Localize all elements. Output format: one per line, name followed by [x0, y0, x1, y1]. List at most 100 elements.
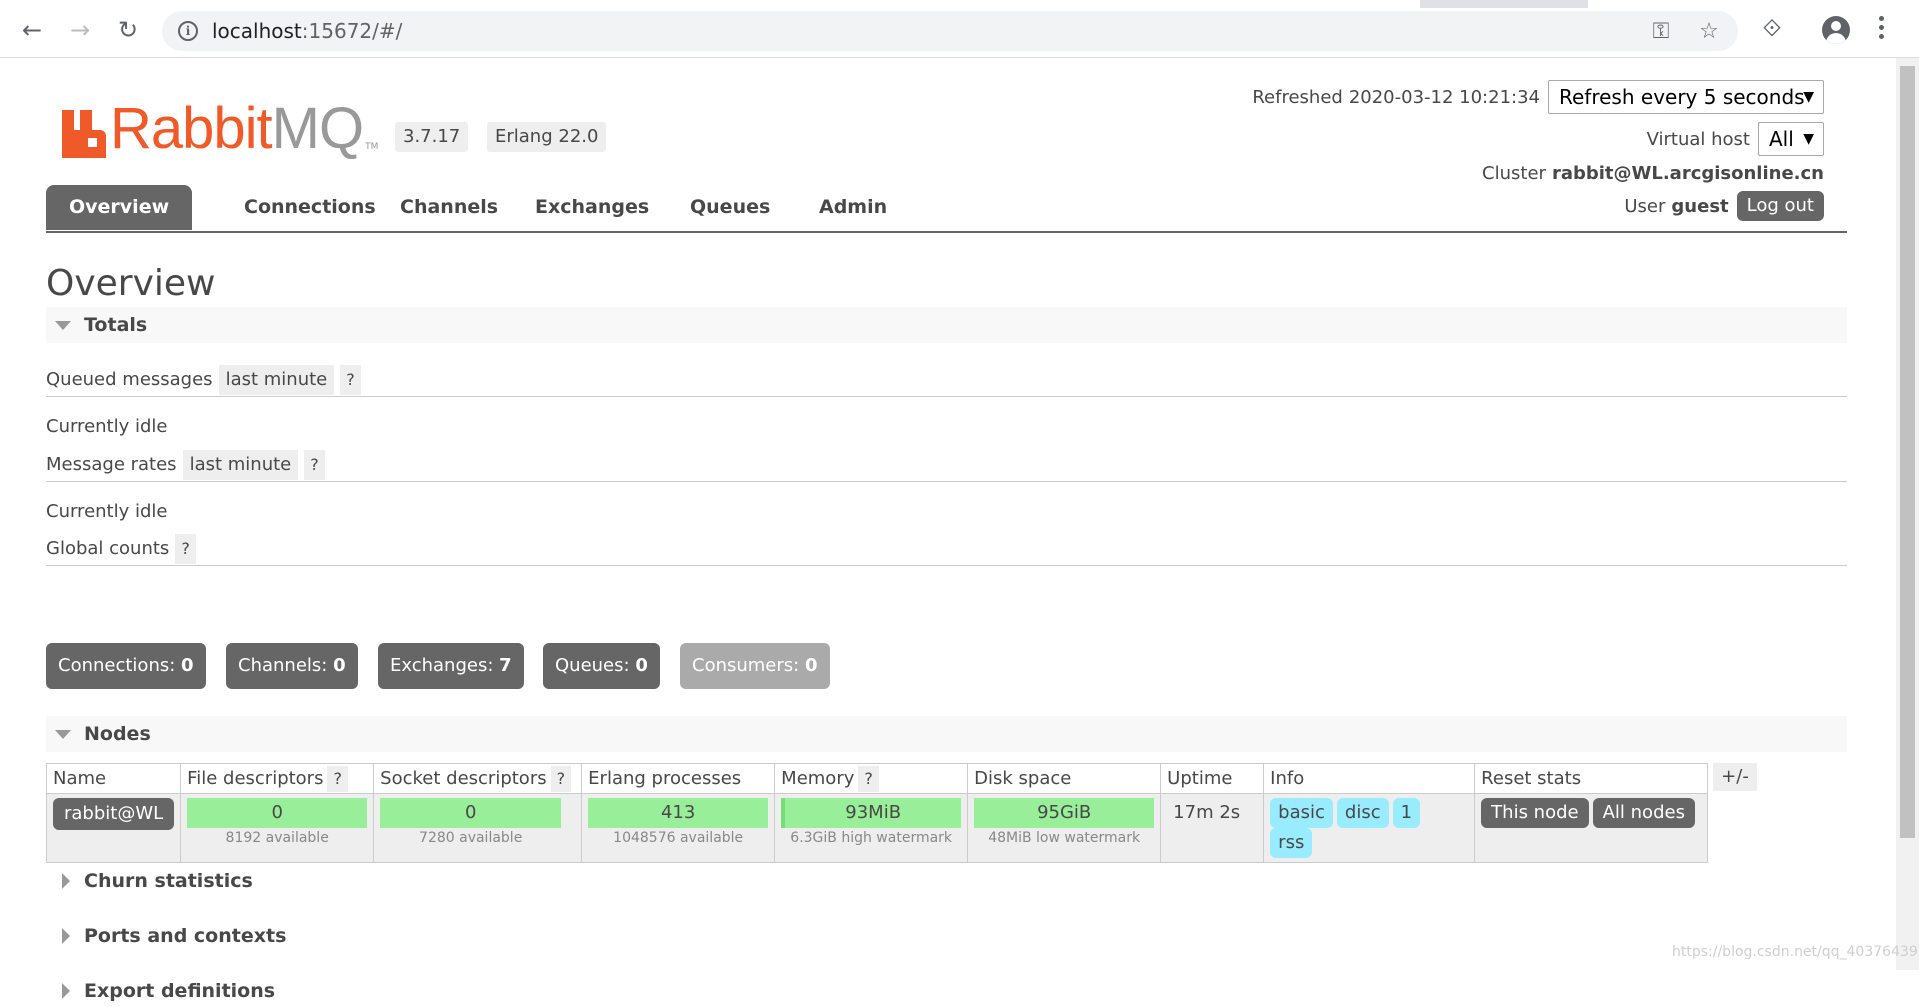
node-name-link[interactable]: rabbit@WL: [53, 798, 175, 830]
rabbitmq-management-page: RabbitMQ TM 3.7.17 Erlang 22.0 Refreshed…: [0, 58, 1896, 1002]
nodes-section-title: Nodes: [84, 723, 151, 745]
totals-section-title: Totals: [84, 314, 148, 336]
file-descriptors-cell: 0 8192 available: [180, 793, 375, 863]
browser-tab[interactable]: [1588, 0, 1919, 8]
queued-messages-label: Queued messages: [46, 369, 213, 390]
divider: [46, 481, 1847, 482]
star-bookmark-icon[interactable]: ☆: [1696, 19, 1722, 44]
tab-channels[interactable]: Channels: [377, 185, 521, 230]
refresh-interval-select[interactable]: Refresh every 5 seconds ▼: [1548, 80, 1824, 114]
user-name: guest: [1671, 195, 1729, 217]
column-header-disk-space: Disk space: [967, 763, 1162, 794]
message-rates-label: Message rates: [46, 454, 177, 475]
virtual-host-select[interactable]: All ▼: [1758, 122, 1824, 156]
tabs-underline: [46, 231, 1847, 233]
rabbitmq-logo[interactable]: RabbitMQ TM: [62, 98, 378, 158]
file-descriptors-help-button[interactable]: ?: [327, 765, 348, 792]
virtual-host-value: All: [1769, 127, 1794, 151]
socket-descriptors-available: 7280 available: [419, 830, 523, 846]
disk-low-watermark: 48MiB low watermark: [988, 830, 1141, 846]
reset-this-node-button[interactable]: This node: [1481, 798, 1589, 828]
info-cell: basic disc 1 rss: [1263, 793, 1476, 863]
table-header-row: Name File descriptors? Socket descriptor…: [45, 763, 1709, 794]
exchanges-count-button[interactable]: Exchanges: 7: [378, 643, 524, 689]
column-header-name: Name: [45, 763, 182, 794]
columns-toggle-button[interactable]: +/-: [1713, 763, 1757, 791]
page-title: Overview: [46, 263, 216, 304]
profile-avatar-icon[interactable]: [1822, 16, 1850, 44]
queued-messages-range[interactable]: last minute: [218, 365, 335, 395]
queued-messages-row: Queued messages last minute ?: [46, 365, 361, 395]
uptime-cell: 17m 2s: [1160, 793, 1265, 863]
browser-toolbar: ← → ↻ i localhost:15672/#/ ⚿ ☆ ⟐: [0, 0, 1919, 58]
tab-exchanges[interactable]: Exchanges: [512, 185, 672, 230]
erlang-processes-cell: 413 1048576 available: [581, 793, 776, 863]
file-descriptors-available: 8192 available: [225, 830, 329, 846]
user-label: User: [1624, 195, 1666, 217]
info-badge-rss: rss: [1270, 828, 1313, 858]
refreshed-label: Refreshed: [1252, 86, 1343, 108]
column-header-reset-stats: Reset stats: [1474, 763, 1709, 794]
reload-icon[interactable]: ↻: [110, 12, 146, 48]
scrollbar-thumb[interactable]: [1900, 66, 1915, 838]
totals-section-header[interactable]: Totals: [46, 307, 1847, 343]
tab-queues[interactable]: Queues: [667, 185, 793, 230]
collapsed-triangle-icon: [62, 873, 70, 889]
queues-count-button[interactable]: Queues: 0: [543, 643, 660, 689]
nodes-section-header[interactable]: Nodes: [46, 716, 1847, 752]
reset-stats-cell: This node All nodes: [1474, 793, 1709, 863]
site-info-icon[interactable]: i: [178, 21, 198, 41]
expanded-triangle-icon: [55, 321, 71, 330]
file-descriptors-bar: 0: [187, 798, 368, 828]
rabbitmq-logo-mark: [62, 110, 106, 158]
socket-descriptors-bar: 0: [380, 798, 562, 828]
virtual-host-label: Virtual host: [1646, 128, 1750, 150]
logo-wordmark: RabbitMQ: [110, 96, 364, 161]
channels-count-button[interactable]: Channels: 0: [226, 643, 358, 689]
global-counts-help-button[interactable]: ?: [175, 534, 196, 564]
divider: [46, 396, 1847, 397]
message-rates-range[interactable]: last minute: [182, 450, 299, 480]
socket-descriptors-help-button[interactable]: ?: [550, 765, 572, 792]
disk-space-cell: 95GiB 48MiB low watermark: [967, 793, 1162, 863]
message-rates-status: Currently idle: [46, 501, 168, 522]
section-title: Export definitions: [84, 980, 276, 1002]
back-arrow-icon[interactable]: ←: [14, 12, 50, 48]
extension-icon[interactable]: ⟐: [1756, 14, 1788, 42]
logo-trademark: TM: [365, 142, 379, 152]
section-title: Ports and contexts: [84, 925, 287, 947]
tab-overview[interactable]: Overview: [46, 185, 193, 230]
consumers-count-button[interactable]: Consumers: 0: [680, 643, 830, 689]
cluster-label: Cluster: [1482, 162, 1546, 184]
socket-descriptors-cell: 0 7280 available: [373, 793, 583, 863]
key-icon[interactable]: ⚿: [1648, 19, 1674, 44]
url-text[interactable]: localhost:15672/#/: [212, 19, 402, 43]
message-rates-help-button[interactable]: ?: [304, 450, 325, 480]
url-host: localhost: [212, 19, 302, 43]
tab-admin[interactable]: Admin: [796, 185, 910, 230]
column-header-erlang-processes: Erlang processes: [581, 763, 776, 794]
active-browser-tab[interactable]: [0, 0, 1420, 8]
erlang-version-badge: Erlang 22.0: [487, 122, 607, 152]
expanded-triangle-icon: [55, 730, 71, 739]
reset-all-nodes-button[interactable]: All nodes: [1592, 798, 1695, 828]
url-path: :15672/#/: [301, 19, 403, 43]
queued-messages-help-button[interactable]: ?: [340, 365, 361, 395]
refresh-interval-value: Refresh every 5 seconds: [1559, 85, 1805, 109]
address-bar[interactable]: i localhost:15672/#/ ⚿ ☆: [162, 11, 1738, 51]
logout-button[interactable]: Log out: [1736, 191, 1824, 221]
browser-menu-icon[interactable]: [1878, 16, 1886, 44]
memory-help-button[interactable]: ?: [858, 765, 879, 792]
memory-high-watermark: 6.3GiB high watermark: [790, 830, 953, 846]
uptime-value: 17m 2s: [1173, 802, 1241, 823]
memory-cell: 93MiB 6.3GiB high watermark: [774, 793, 969, 863]
disk-space-bar: 95GiB: [974, 798, 1155, 828]
divider: [46, 565, 1847, 566]
tab-strip: [0, 0, 1919, 8]
connections-count-button[interactable]: Connections: 0: [46, 643, 206, 689]
page-scrollbar[interactable]: [1896, 58, 1919, 970]
column-header-memory: Memory?: [774, 763, 969, 794]
forward-arrow-icon[interactable]: →: [62, 12, 98, 48]
column-header-info: Info: [1263, 763, 1476, 794]
tab-connections[interactable]: Connections: [221, 185, 399, 230]
